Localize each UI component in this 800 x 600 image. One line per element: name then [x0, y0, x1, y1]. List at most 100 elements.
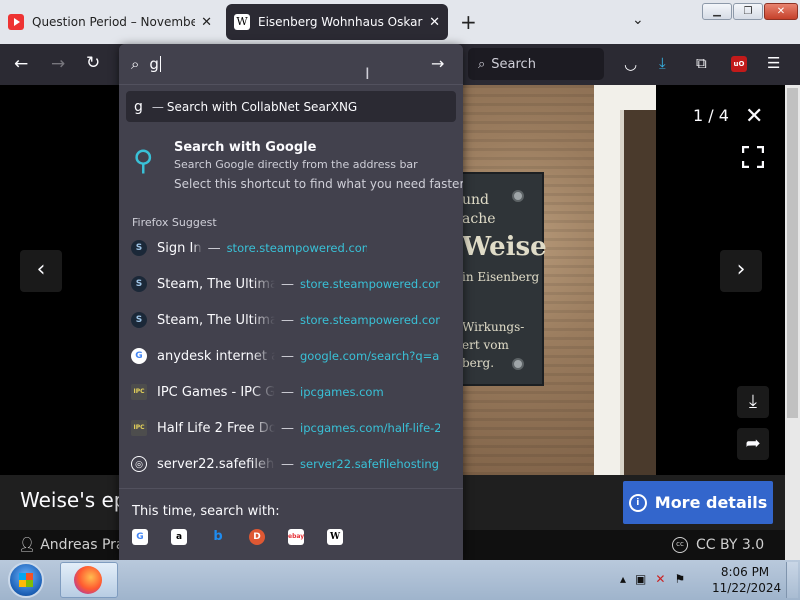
globe-icon: ◎: [131, 456, 147, 472]
amazon-icon[interactable]: a: [171, 529, 187, 545]
text-caret: [159, 56, 161, 72]
separator: —: [281, 312, 294, 328]
list-all-tabs-button[interactable]: ⌄: [632, 12, 644, 28]
ipc-games-icon: IPC: [131, 384, 147, 400]
search-bar-placeholder: Search: [491, 56, 536, 72]
back-arrow-icon[interactable]: ←: [14, 54, 28, 74]
next-image-button[interactable]: ›: [720, 250, 762, 292]
reload-icon[interactable]: ↻: [86, 53, 100, 73]
suggestion-title: Steam, The Ultimate: [157, 276, 275, 292]
separator: —: [281, 420, 294, 436]
separator: —: [207, 240, 221, 256]
divider: [119, 488, 463, 489]
network-icon[interactable]: ▣: [635, 572, 646, 586]
search-icon: ⌕: [131, 55, 140, 73]
ipc-games-icon: IPC: [131, 420, 147, 436]
more-details-button[interactable]: i More details: [623, 481, 773, 524]
user-icon: 👤︎: [18, 537, 41, 553]
pocket-icon[interactable]: ◡: [624, 55, 637, 73]
maximize-button[interactable]: ❐: [733, 3, 763, 20]
firefox-icon: [74, 566, 102, 594]
suggestion-row[interactable]: ◎ server22.safefilehos — server22.safefi…: [119, 446, 463, 482]
fullscreen-icon[interactable]: [741, 145, 765, 169]
new-tab-button[interactable]: +: [460, 10, 477, 34]
urlbar-dropdown: ⌕ g I → g — Search with CollabNet SearXN…: [119, 44, 463, 560]
plaque-line: in Eisenberg: [462, 270, 540, 284]
duckduckgo-icon[interactable]: D: [249, 529, 265, 545]
search-icon: ⚲: [133, 144, 154, 177]
tip-subtitle: Search Google directly from the address …: [174, 158, 418, 171]
author-credit[interactable]: 👤︎ Andreas Pra: [18, 537, 125, 553]
this-time-search-with-label: This time, search with:: [132, 504, 280, 519]
share-icon[interactable]: ➦: [737, 428, 769, 460]
wikipedia-icon[interactable]: W: [327, 529, 343, 545]
search-with-engine-row[interactable]: g — Search with CollabNet SearXNG: [126, 91, 456, 122]
close-window-button[interactable]: ✕: [764, 3, 798, 20]
license-link[interactable]: cc CC BY 3.0: [672, 537, 764, 553]
one-off-search-engines: G a b D ebay W: [132, 529, 366, 545]
search-icon: ⌕: [478, 56, 486, 72]
search-bar[interactable]: ⌕ Search: [468, 48, 604, 80]
suggestion-row[interactable]: S Steam, The Ultimate — store.steampower…: [119, 302, 463, 338]
separator: —: [281, 276, 294, 292]
suggestion-row[interactable]: IPC IPC Games - IPC Ga — ipcgames.com: [119, 374, 463, 410]
plaque-bolt: [512, 358, 524, 370]
taskbar-clock[interactable]: 8:06 PM 11/22/2024: [712, 564, 782, 596]
ublock-origin-icon[interactable]: uO: [731, 56, 747, 72]
steam-icon: S: [131, 240, 147, 256]
separator: —: [151, 99, 164, 114]
show-desktop-button[interactable]: [786, 562, 798, 598]
tab-question-period[interactable]: Question Period – November 20 ✕: [0, 4, 220, 40]
separator: —: [281, 348, 294, 364]
youtube-icon: [8, 14, 24, 30]
image-counter: 1 / 4: [693, 106, 729, 125]
plaque-line: Wirkungs-: [462, 320, 525, 334]
suggestion-url: store.steampowered.com/login/?redir=ap: [226, 241, 367, 255]
scrollbar-thumb[interactable]: [787, 88, 798, 418]
url-input-text: g: [149, 55, 159, 73]
suggestion-row[interactable]: S Steam, The Ultimate — store.steampower…: [119, 266, 463, 302]
suggestion-url: store.steampowered.com: [300, 277, 440, 291]
google-icon: G: [131, 348, 147, 364]
search-shortcut-tip[interactable]: ⚲ Search with Google Search Google direc…: [119, 136, 463, 196]
close-tab-icon[interactable]: ✕: [201, 15, 212, 30]
start-button[interactable]: [8, 562, 44, 598]
minimize-button[interactable]: ▁: [702, 3, 732, 20]
suggestion-title: IPC Games - IPC Ga: [157, 384, 275, 400]
plaque-line: ert vom: [462, 338, 509, 352]
tab-eisenberg[interactable]: W Eisenberg Wohnhaus Oskar We ✕: [226, 4, 448, 40]
downloads-icon[interactable]: ⤓: [659, 54, 666, 72]
image-caption: Weise's epi: [20, 488, 133, 512]
google-icon[interactable]: G: [132, 529, 148, 545]
url-input[interactable]: ⌕ g: [119, 44, 463, 85]
volume-muted-icon[interactable]: ✕: [655, 572, 665, 586]
close-lightbox-icon[interactable]: ✕: [745, 104, 763, 129]
close-tab-icon[interactable]: ✕: [429, 15, 440, 30]
system-tray: ▴ ▣ ✕ ⚑: [620, 572, 685, 586]
suggestion-row[interactable]: IPC Half Life 2 Free Dow — ipcgames.com/…: [119, 410, 463, 446]
clock-time: 8:06 PM: [720, 565, 770, 579]
bing-icon[interactable]: b: [210, 529, 226, 545]
previous-image-button[interactable]: ‹: [20, 250, 62, 292]
ebay-icon[interactable]: ebay: [288, 529, 304, 545]
firefox-suggest-header: Firefox Suggest: [132, 216, 217, 229]
forward-arrow-icon[interactable]: →: [51, 54, 65, 74]
go-arrow-icon[interactable]: →: [431, 54, 444, 73]
more-details-label: More details: [654, 493, 768, 512]
suggestion-row[interactable]: S Sign In — store.steampowered.com/login…: [119, 230, 463, 266]
tab-title: Question Period – November 20: [32, 15, 196, 29]
hamburger-menu-icon[interactable]: ☰: [767, 54, 780, 72]
plaque-bolt: [512, 190, 524, 202]
suggestion-title: Half Life 2 Free Dow: [157, 420, 275, 436]
separator: —: [281, 384, 294, 400]
suggestion-row[interactable]: G anydesk internet ac — google.com/searc…: [119, 338, 463, 374]
action-center-flag-icon[interactable]: ⚑: [674, 572, 685, 586]
author-name: Andreas Pra: [40, 537, 125, 553]
download-image-icon[interactable]: ⤓: [737, 386, 769, 418]
suggestion-title: anydesk internet ac: [157, 348, 275, 364]
extensions-icon[interactable]: ⧉: [696, 54, 707, 72]
clock-date: 11/22/2024: [712, 581, 782, 595]
plaque-line: berg.: [462, 356, 495, 370]
show-hidden-icons-icon[interactable]: ▴: [620, 572, 626, 586]
separator: —: [281, 456, 294, 472]
